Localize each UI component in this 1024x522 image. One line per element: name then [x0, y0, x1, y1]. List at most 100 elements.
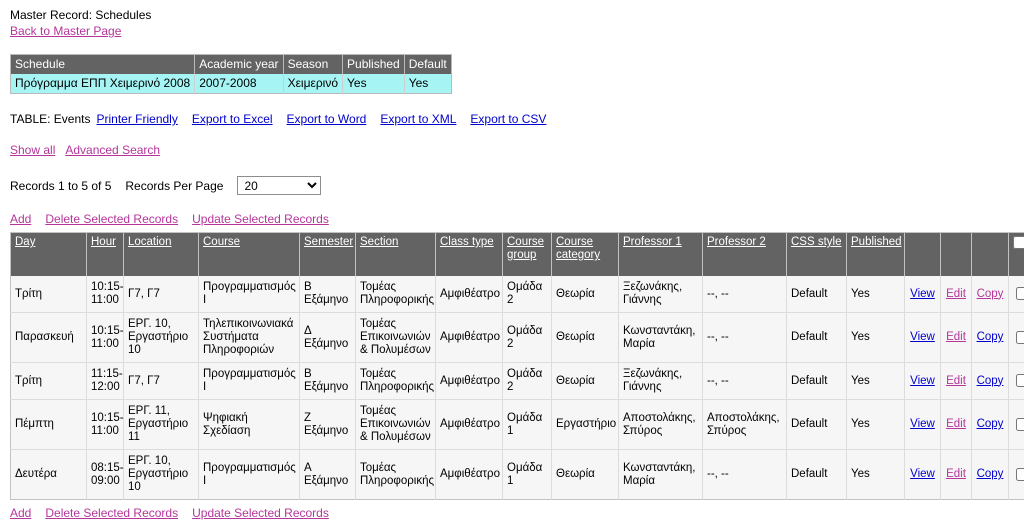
view-record-link[interactable]: View — [910, 288, 935, 300]
row-select-checkbox[interactable] — [1016, 467, 1024, 481]
events-col-view — [904, 232, 941, 276]
events-col-published: Published — [846, 232, 905, 276]
cell-select — [1008, 276, 1024, 313]
search-bar: Show all Advanced Search — [10, 142, 1014, 158]
sort-by-semester-link[interactable]: Semester — [304, 236, 353, 248]
cell-professor1: Κωνσταντάκη, Μαρία — [618, 312, 703, 363]
cell-professor2: --, -- — [702, 312, 787, 363]
cell-professor1: Αποστολάκης, Σπύρος — [618, 399, 703, 450]
copy-record-link[interactable]: Copy — [977, 375, 1004, 387]
cell-course-group: Ομάδα 1 — [502, 449, 552, 500]
cell-view: View — [904, 312, 941, 363]
sort-by-professor2-link[interactable]: Professor 2 — [707, 236, 766, 248]
records-count-label: Records 1 to 5 of 5 — [10, 178, 112, 193]
cell-css-style: Default — [786, 276, 847, 313]
cell-day: Δευτέρα — [10, 449, 87, 500]
sort-by-class-type-link[interactable]: Class type — [440, 236, 494, 248]
cell-published: Yes — [846, 399, 905, 450]
copy-record-link[interactable]: Copy — [977, 418, 1004, 430]
cell-hour: 10:15-11:00 — [86, 399, 124, 450]
sort-by-published-link[interactable]: Published — [851, 236, 902, 248]
table-events-label: TABLE: Events — [10, 112, 91, 126]
printer-friendly-link[interactable]: Printer Friendly — [96, 112, 177, 126]
update-selected-records-link-bottom[interactable]: Update Selected Records — [192, 506, 329, 520]
events-col-professor2: Professor 2 — [702, 232, 787, 276]
edit-record-link[interactable]: Edit — [946, 331, 966, 343]
cell-section: Τομέας Πληροφορικής — [355, 449, 436, 500]
cell-select — [1008, 312, 1024, 363]
cell-course-category: Θεωρία — [551, 362, 619, 400]
cell-course-category: Θεωρία — [551, 276, 619, 313]
back-to-master-page-link[interactable]: Back to Master Page — [10, 24, 121, 39]
view-record-link[interactable]: View — [910, 375, 935, 387]
view-record-link[interactable]: View — [910, 468, 935, 480]
row-select-checkbox[interactable] — [1016, 417, 1024, 431]
events-col-select-all — [1008, 232, 1024, 276]
select-all-checkbox[interactable] — [1013, 236, 1024, 249]
row-select-checkbox[interactable] — [1016, 374, 1024, 388]
master-table-row: Πρόγραμμα ΕΠΠ Χειμερινό 2008 2007-2008 Χ… — [10, 74, 452, 94]
delete-selected-records-link-top[interactable]: Delete Selected Records — [45, 212, 178, 226]
copy-record-link[interactable]: Copy — [977, 288, 1004, 300]
delete-selected-records-link-bottom[interactable]: Delete Selected Records — [45, 506, 178, 520]
update-selected-records-link-top[interactable]: Update Selected Records — [192, 212, 329, 226]
cell-css-style: Default — [786, 312, 847, 363]
view-record-link[interactable]: View — [910, 331, 935, 343]
sort-by-course-link[interactable]: Course — [203, 236, 240, 248]
cell-professor2: Αποστολάκης, Σπύρος — [702, 399, 787, 450]
advanced-search-link[interactable]: Advanced Search — [65, 143, 160, 157]
table-row: Τρίτη 11:15-12:00 Γ7, Γ7 Προγραμματισμός… — [10, 362, 1024, 400]
cell-professor1: Ξεζωνάκης, Γιάννης — [618, 362, 703, 400]
events-table-header-row: Day Hour Location Course Semester Sectio… — [10, 232, 1024, 276]
cell-class-type: Αμφιθέατρο — [435, 312, 503, 363]
cell-select — [1008, 399, 1024, 450]
record-actions-top: Add Delete Selected Records Update Selecte… — [10, 211, 1014, 227]
cell-location: ΕΡΓ. 10, Εργαστήριο 10 — [123, 312, 199, 363]
cell-course-group: Ομάδα 2 — [502, 362, 552, 400]
row-select-checkbox[interactable] — [1016, 330, 1024, 344]
export-to-csv-link[interactable]: Export to CSV — [470, 112, 546, 126]
cell-location: ΕΡΓ. 10, Εργαστήριο 10 — [123, 449, 199, 500]
cell-hour: 11:15-12:00 — [86, 362, 124, 400]
add-record-link-bottom[interactable]: Add — [10, 506, 31, 520]
export-to-excel-link[interactable]: Export to Excel — [192, 112, 273, 126]
records-per-page-select[interactable]: 20 — [237, 176, 322, 195]
sort-by-css-style-link[interactable]: CSS style — [791, 236, 842, 248]
cell-day: Τρίτη — [10, 362, 87, 400]
row-select-checkbox[interactable] — [1016, 287, 1024, 301]
cell-course-category: Εργαστήριο — [551, 399, 619, 450]
show-all-link[interactable]: Show all — [10, 143, 55, 157]
cell-published: Yes — [846, 312, 905, 363]
cell-course-category: Θεωρία — [551, 449, 619, 500]
copy-record-link[interactable]: Copy — [977, 468, 1004, 480]
cell-semester: Β Εξάμηνο — [299, 276, 356, 313]
cell-professor2: --, -- — [702, 449, 787, 500]
edit-record-link[interactable]: Edit — [946, 288, 966, 300]
master-record-title: Master Record: Schedules — [10, 8, 152, 22]
edit-record-link[interactable]: Edit — [946, 418, 966, 430]
sort-by-section-link[interactable]: Section — [360, 236, 398, 248]
sort-by-location-link[interactable]: Location — [128, 236, 171, 248]
edit-record-link[interactable]: Edit — [946, 468, 966, 480]
cell-published: Yes — [846, 362, 905, 400]
master-table-header-row: Schedule Academic year Season Published … — [10, 54, 452, 74]
add-record-link-top[interactable]: Add — [10, 212, 31, 226]
copy-record-link[interactable]: Copy — [977, 331, 1004, 343]
sort-by-course-group-link[interactable]: Course group — [507, 236, 544, 261]
sort-by-hour-link[interactable]: Hour — [91, 236, 116, 248]
view-record-link[interactable]: View — [910, 418, 935, 430]
export-to-xml-link[interactable]: Export to XML — [380, 112, 456, 126]
cell-css-style: Default — [786, 449, 847, 500]
cell-hour: 10:15-11:00 — [86, 276, 124, 313]
cell-view: View — [904, 449, 941, 500]
master-col-published: Published — [342, 54, 405, 74]
sort-by-professor1-link[interactable]: Professor 1 — [623, 236, 682, 248]
sort-by-day-link[interactable]: Day — [15, 236, 35, 248]
edit-record-link[interactable]: Edit — [946, 375, 966, 387]
master-col-academic-year: Academic year — [194, 54, 284, 74]
cell-hour: 08:15-09:00 — [86, 449, 124, 500]
sort-by-course-category-link[interactable]: Course category — [556, 236, 600, 261]
table-row: Δευτέρα 08:15-09:00 ΕΡΓ. 10, Εργαστήριο … — [10, 449, 1024, 500]
cell-edit: Edit — [940, 312, 972, 363]
export-to-word-link[interactable]: Export to Word — [287, 112, 367, 126]
